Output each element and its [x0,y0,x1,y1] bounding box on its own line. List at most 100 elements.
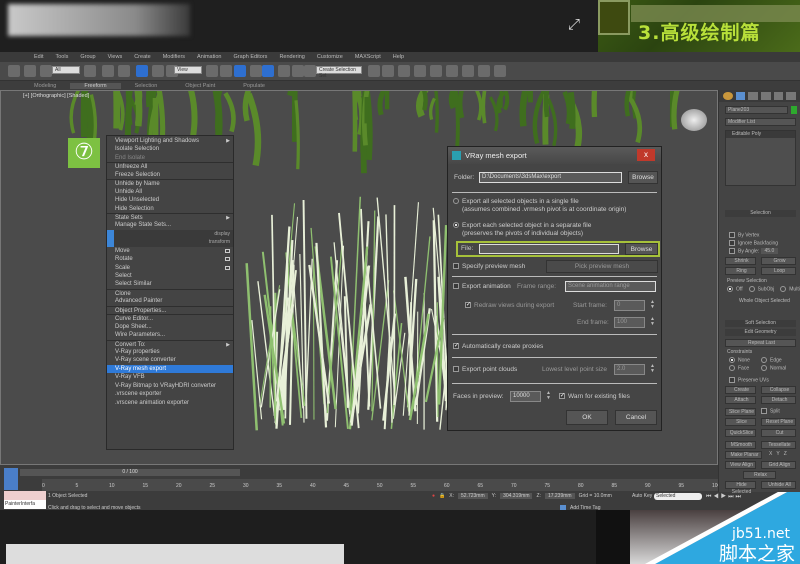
redraw-checkbox[interactable]: ✓ Redraw views during export [465,302,554,309]
quickslice-button[interactable]: QuickSlice [725,429,756,437]
x-coord-input[interactable]: 52.723mm [458,493,488,499]
close-button[interactable]: x [637,149,655,161]
relax-button[interactable]: Relax [743,471,776,479]
hierarchy-tab-icon[interactable] [748,92,759,100]
menu-item-dope-sheet[interactable]: Dope Sheet... [107,323,233,331]
menu-tools[interactable]: Tools [49,54,74,60]
loop-button[interactable]: Loop [761,267,796,275]
menu-views[interactable]: Views [102,54,129,60]
menu-item-object-properties[interactable]: Object Properties... [107,305,233,314]
rect-select-icon[interactable] [118,65,130,77]
menu-item-v-ray-scene-converter[interactable]: V-Ray scene converter [107,356,233,364]
menu-item-freeze-selection[interactable]: Freeze Selection [107,171,233,179]
snap-icon[interactable] [234,65,246,77]
warn-existing-checkbox[interactable]: ✓ Warn for existing files [559,393,630,400]
display-tab-icon[interactable] [773,92,784,100]
off-radio[interactable]: Off [727,286,743,292]
hide-selected-button[interactable]: Hide Selected [725,481,756,495]
point-clouds-checkbox[interactable]: Export point clouds [453,366,517,373]
faces-preview-input[interactable]: 10000 [510,391,541,402]
menu-item-v-ray-mesh-export[interactable]: V-Ray mesh export [107,364,233,374]
create-tab-icon[interactable] [723,92,733,100]
faces-spinner[interactable]: ▲ ▼ [546,391,551,402]
align-icon[interactable] [382,65,394,77]
select-by-name-icon[interactable] [102,65,114,77]
material-editor-icon[interactable] [462,65,474,77]
shrink-button[interactable]: Shrink [725,257,756,265]
menu-item-unfreeze-all[interactable]: Unfreeze All [107,162,233,170]
menu-graph-editors[interactable]: Graph Editors [228,54,274,60]
settings-box-icon[interactable] [225,248,230,253]
grow-button[interactable]: Grow [761,257,796,265]
make-planar-button[interactable]: Make Planar [725,451,762,459]
schematic-icon[interactable] [446,65,458,77]
menu-item-select[interactable]: Select [107,272,233,280]
ok-button[interactable]: OK [566,410,608,425]
ribbon-icon[interactable] [414,65,426,77]
folder-browse-button[interactable]: Browse [628,171,658,184]
ring-button[interactable]: Ring [725,267,756,275]
auto-proxies-checkbox[interactable]: ✓ Automatically create proxies [453,343,543,350]
menu-animation[interactable]: Animation [191,54,227,60]
y-button[interactable]: Y [776,451,779,457]
view-align-button[interactable]: View Align [725,461,756,469]
face-radio[interactable]: Face [729,365,749,371]
specify-preview-checkbox[interactable]: Specify preview mesh [453,263,525,270]
menu-item-isolate-selection[interactable]: Isolate Selection [107,145,233,153]
edit-named-sel-icon[interactable] [292,65,304,77]
separate-files-radio[interactable]: Export each selected object in a separat… [453,222,591,238]
grid-align-button[interactable]: Grid Align [761,461,796,469]
maxscript-input[interactable]: PainterInterfa [4,500,46,509]
menu-item-clone[interactable]: Clone [107,288,233,297]
menu-customize[interactable]: Customize [311,54,349,60]
object-color-swatch[interactable] [791,106,797,114]
menu-item-wire-parameters[interactable]: Wire Parameters... [107,331,233,339]
curve-editor-icon[interactable] [430,65,442,77]
single-file-radio[interactable]: Export all selected objects in a single … [453,198,626,214]
detach-button[interactable]: Detach [761,396,796,404]
menu-modifiers[interactable]: Modifiers [157,54,191,60]
point-size-spinner[interactable]: ▲ ▼ [650,364,655,375]
multi-radio[interactable]: Multi [780,286,800,292]
modify-tab-icon[interactable] [735,92,746,100]
viewcube-icon[interactable] [681,109,707,131]
none-radio[interactable]: None [729,357,750,363]
ribbon-tab-object-paint[interactable]: Object Paint [171,83,229,89]
menu-item-unhide-by-name[interactable]: Unhide by Name [107,179,233,187]
y-coord-input[interactable]: 304.319mm [500,493,533,499]
isolate-icon[interactable]: ● [432,493,435,499]
ref-coord-select[interactable]: View [174,66,202,74]
bind-icon[interactable] [40,65,52,77]
menu-item-v-ray-vfb[interactable]: V-Ray VFB [107,373,233,381]
lock-icon[interactable]: 🔒 [439,493,445,499]
mini-curve-icon[interactable] [4,468,18,490]
menu-item-state-sets[interactable]: State Sets ▶ [107,212,233,221]
split-checkbox[interactable]: Split [761,408,780,414]
collapse-button[interactable]: Collapse [761,386,796,394]
reset-plane-button[interactable]: Reset Plane [761,418,796,426]
menu-item-vrscene-exporter[interactable]: .vrscene exporter [107,390,233,398]
spinner-snap-icon[interactable] [278,65,290,77]
menu-group[interactable]: Group [74,54,101,60]
menu-item-convert-to[interactable]: Convert To: ▶ [107,339,233,348]
ribbon-tab-freeform[interactable]: Freeform [70,82,121,89]
preserve-uvs-checkbox[interactable]: Preserve UVs [729,377,769,383]
attach-button[interactable]: Attach [725,396,756,404]
tessellate-button[interactable]: Tessellate [761,441,796,449]
cut-button[interactable]: Cut [761,429,796,437]
menu-item-hide-selection[interactable]: Hide Selection [107,205,233,213]
menu-maxscript[interactable]: MAXScript [349,54,387,60]
edge-radio[interactable]: Edge [761,357,782,363]
selection-rollout[interactable]: Selection [725,210,796,217]
repeat-last-button[interactable]: Repeat Last [725,339,796,347]
normal-radio[interactable]: Normal [761,365,786,371]
x-button[interactable]: X [769,451,772,457]
slice-button[interactable]: Slice [725,418,756,426]
menu-item-unhide-all[interactable]: Unhide All [107,188,233,196]
percent-snap-icon[interactable] [262,65,274,77]
render-setup-icon[interactable] [478,65,490,77]
menu-item-curve-editor[interactable]: Curve Editor... [107,314,233,322]
angle-snap-icon[interactable] [250,65,262,77]
unlink-icon[interactable] [24,65,36,77]
lowest-point-size-input[interactable]: 2.0 [614,364,645,375]
